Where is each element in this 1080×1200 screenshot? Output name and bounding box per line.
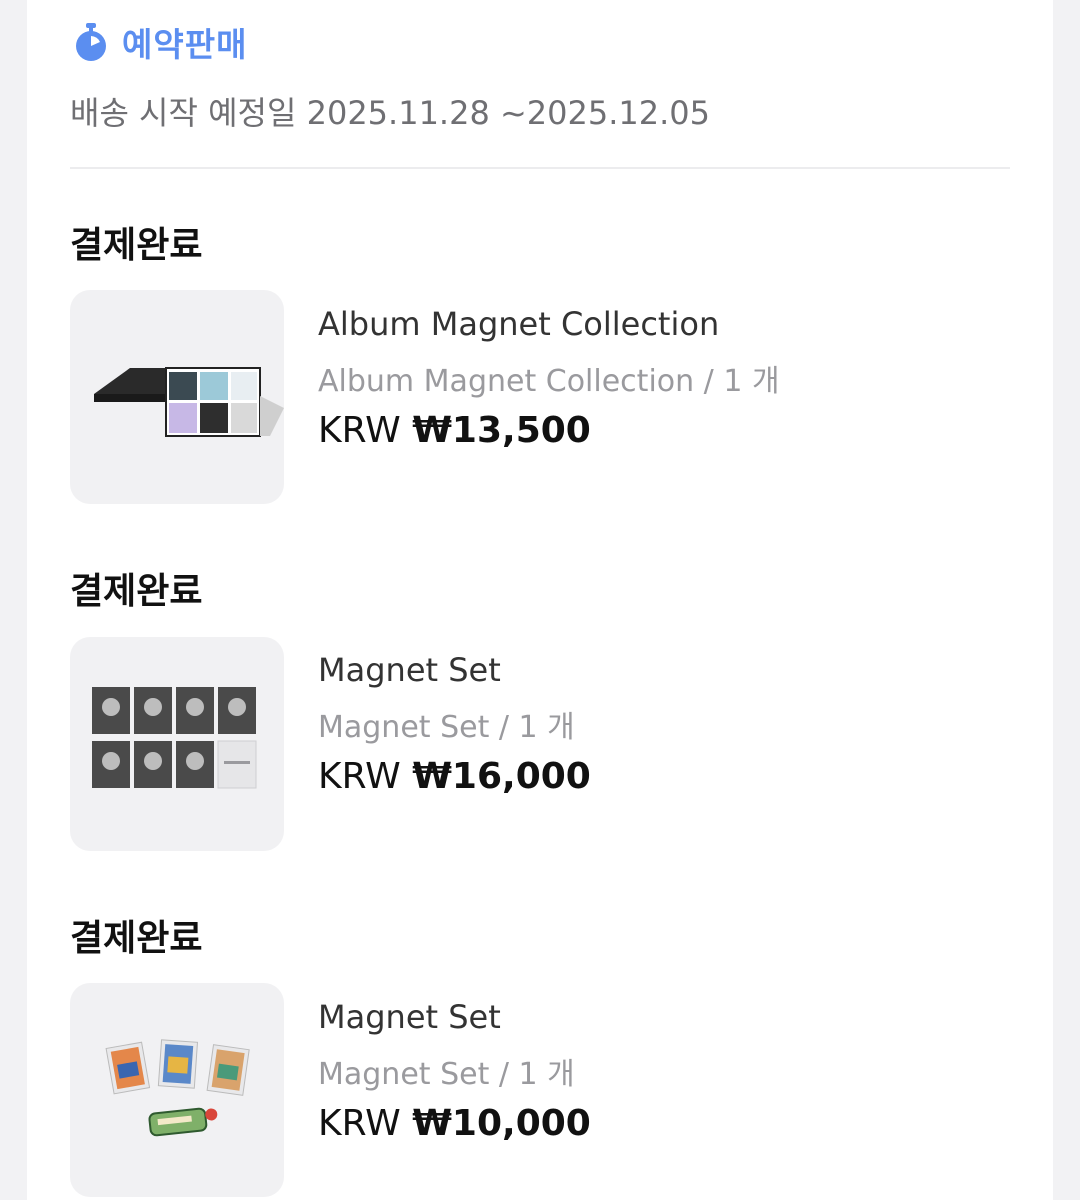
price-amount: ₩16,000 bbox=[412, 756, 591, 797]
product-price: KRW ₩13,500 bbox=[318, 410, 591, 451]
product-price: KRW ₩10,000 bbox=[318, 1103, 591, 1144]
order-status: 결제완료 bbox=[70, 571, 203, 612]
magnet-set-photo-image bbox=[92, 687, 257, 789]
product-option: Magnet Set / 1 개 bbox=[318, 710, 575, 745]
price-amount: ₩10,000 bbox=[412, 1103, 591, 1144]
album-magnet-collection-image bbox=[94, 367, 284, 437]
product-name[interactable]: Album Magnet Collection bbox=[318, 305, 719, 343]
price-currency: KRW bbox=[318, 410, 401, 451]
order-status: 결제완료 bbox=[70, 225, 203, 266]
product-thumbnail[interactable] bbox=[70, 983, 284, 1197]
product-option: Album Magnet Collection / 1 개 bbox=[318, 364, 780, 399]
price-amount: ₩13,500 bbox=[412, 410, 591, 451]
preorder-badge: 예약판매 bbox=[72, 20, 247, 64]
magnet-set-sticker-image bbox=[105, 1039, 250, 1137]
product-price: KRW ₩16,000 bbox=[318, 756, 591, 797]
product-thumbnail[interactable] bbox=[70, 290, 284, 504]
product-name[interactable]: Magnet Set bbox=[318, 651, 501, 689]
divider bbox=[70, 167, 1010, 169]
product-name[interactable]: Magnet Set bbox=[318, 998, 501, 1036]
order-status: 결제완료 bbox=[70, 918, 203, 959]
product-thumbnail[interactable] bbox=[70, 637, 284, 851]
shipping-date: 배송 시작 예정일 2025.11.28 ~2025.12.05 bbox=[70, 94, 711, 132]
price-currency: KRW bbox=[318, 1103, 401, 1144]
price-currency: KRW bbox=[318, 756, 401, 797]
product-option: Magnet Set / 1 개 bbox=[318, 1057, 575, 1092]
preorder-label: 예약판매 bbox=[122, 25, 248, 64]
stopwatch-icon bbox=[76, 23, 106, 61]
